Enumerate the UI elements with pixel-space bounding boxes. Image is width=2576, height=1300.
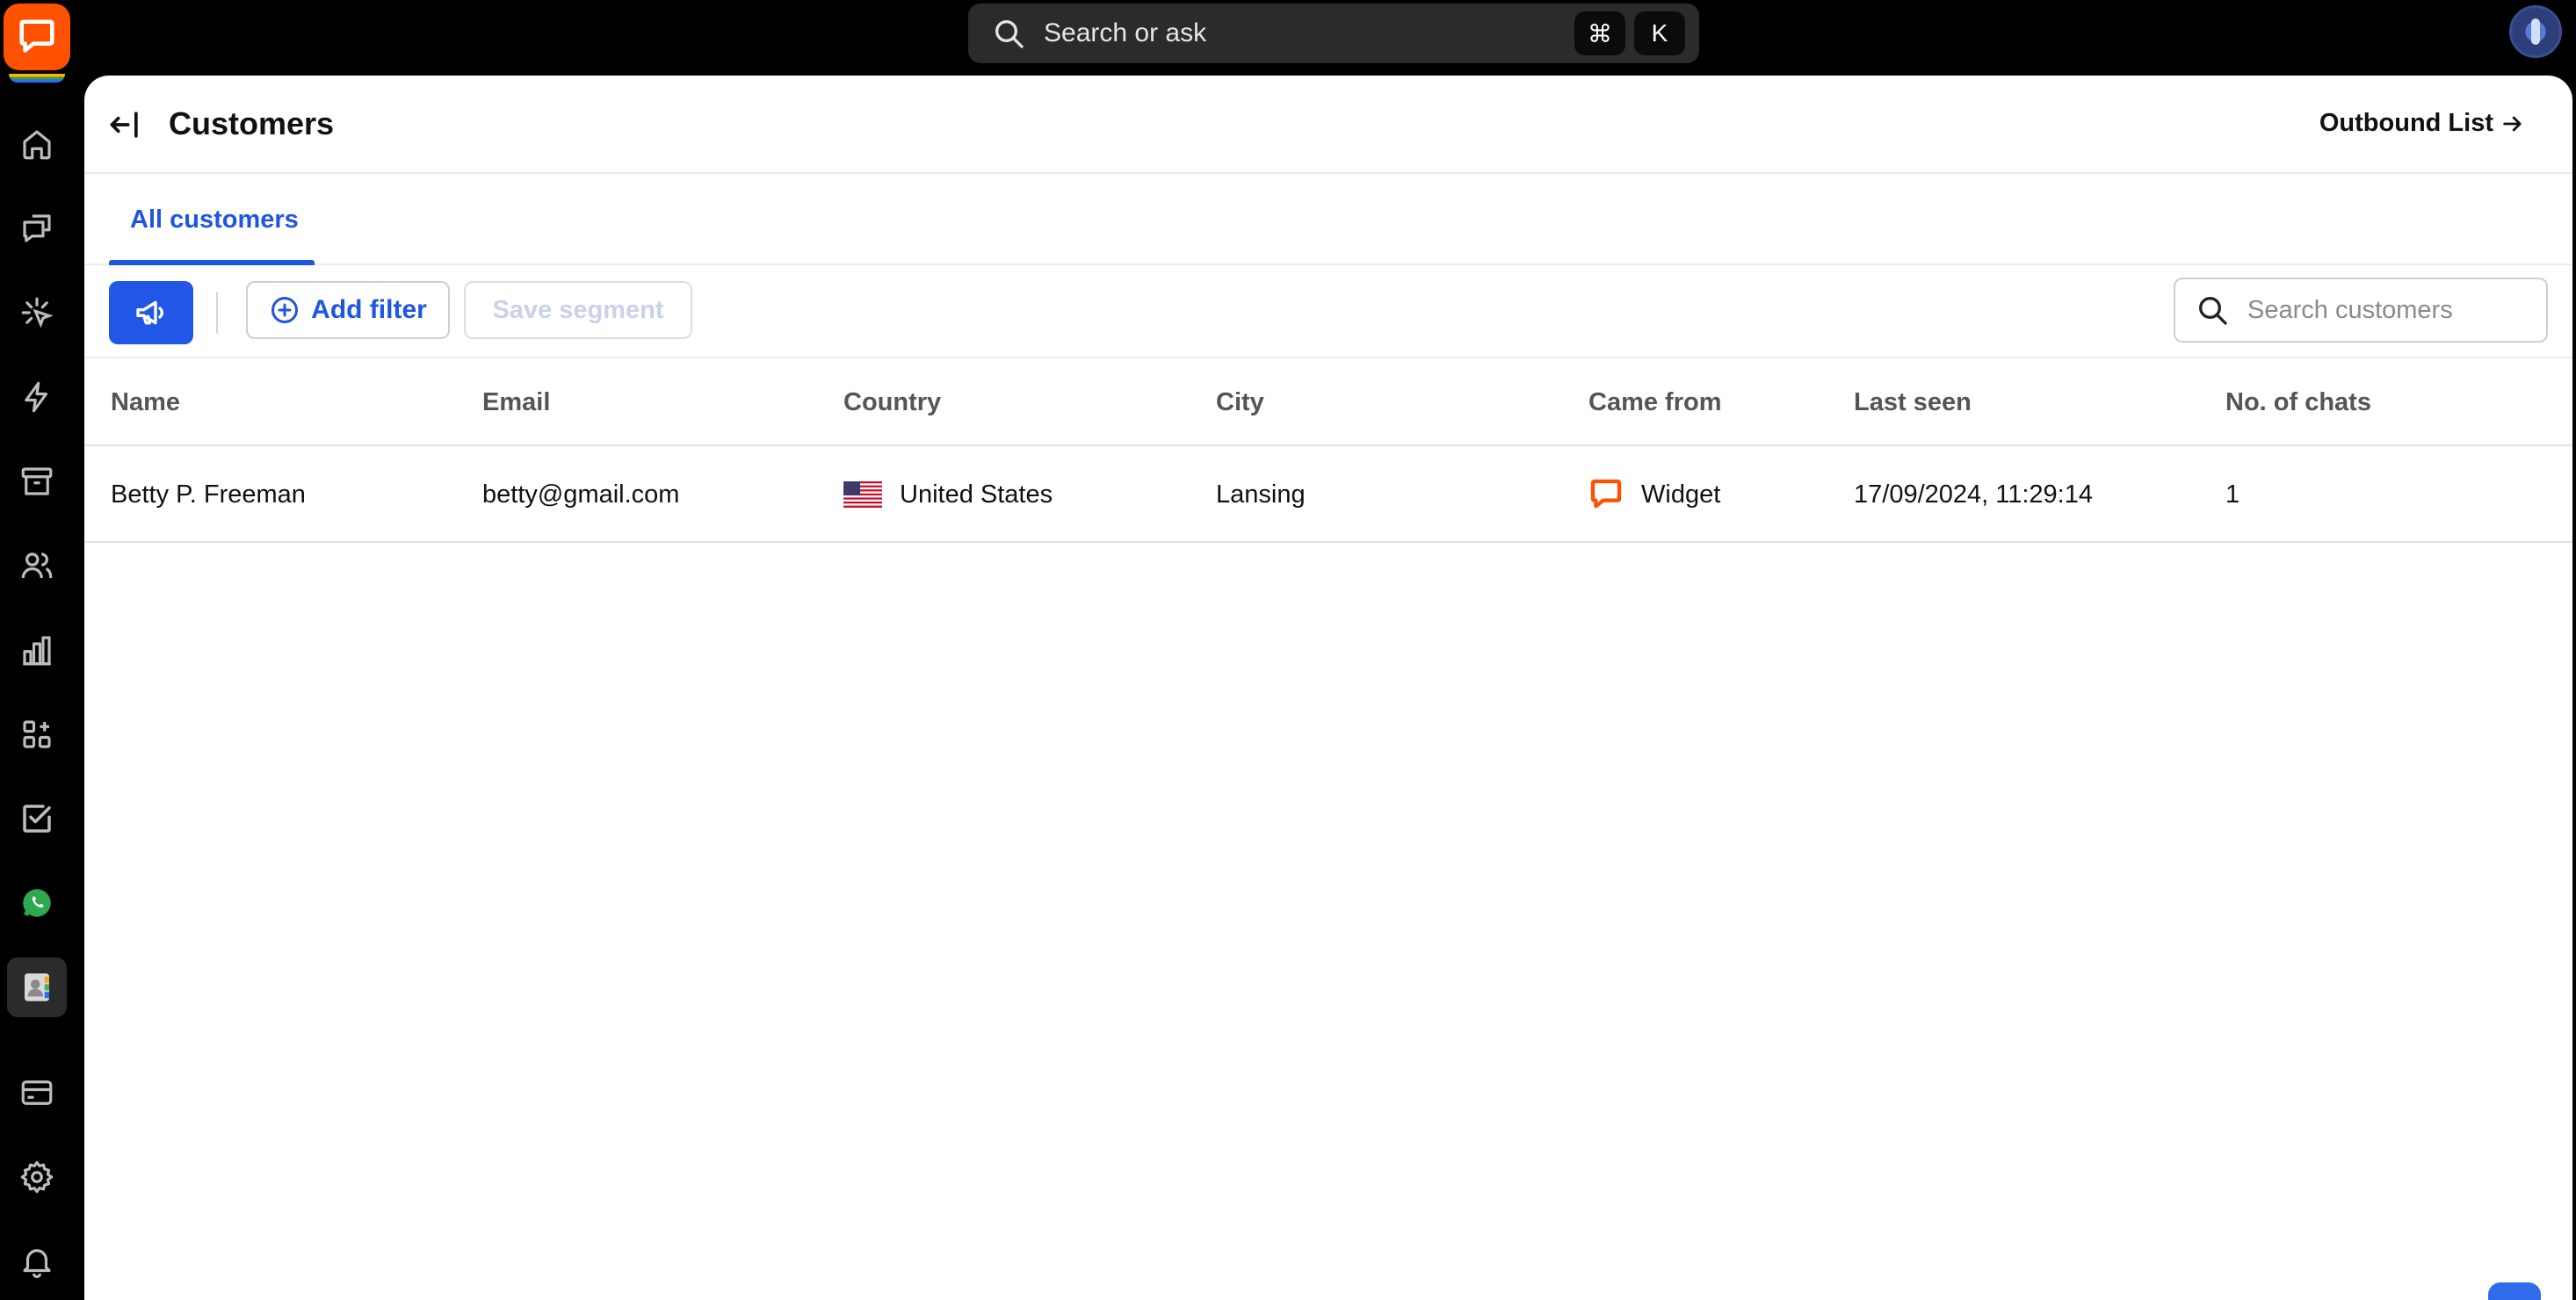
cell-country-label: United States [900, 480, 1053, 509]
nav-billing[interactable] [7, 1063, 67, 1123]
plus-circle-icon [271, 297, 299, 323]
chats-icon [23, 214, 51, 242]
collapse-back-icon[interactable] [105, 105, 144, 144]
outbound-list-link[interactable]: Outbound List [2319, 109, 2525, 138]
widget-chat-icon [1590, 479, 1622, 509]
chat-logo-icon [19, 19, 54, 53]
tasks-check-icon [23, 805, 51, 833]
search-icon [995, 20, 1024, 48]
column-header-country[interactable]: Country [843, 358, 941, 446]
nav-customers[interactable] [7, 957, 67, 1017]
column-header-email[interactable]: Email [482, 358, 550, 446]
notifications-bell-icon [23, 1249, 51, 1279]
customer-search-input[interactable] [2247, 295, 2529, 325]
customer-search-box[interactable] [2174, 278, 2548, 343]
logo-accent-bar [9, 74, 65, 83]
shortcut-cmd-key: ⌘ [1574, 11, 1625, 55]
nav-home[interactable] [7, 114, 67, 174]
engage-icon [21, 297, 54, 329]
column-header-city[interactable]: City [1216, 358, 1264, 446]
save-segment-button[interactable]: Save segment [464, 281, 692, 339]
table-header: Name Email Country City Came from Last s… [84, 358, 2572, 446]
settings-gear-icon [20, 1160, 54, 1194]
cell-chats-count: 1 [2225, 480, 2240, 509]
nav-tasks[interactable] [7, 789, 67, 849]
app-logo[interactable] [4, 4, 70, 70]
nav-settings[interactable] [7, 1147, 67, 1207]
nav-engage[interactable] [7, 283, 67, 343]
column-header-came-from[interactable]: Came from [1588, 358, 1722, 446]
cell-email: betty@gmail.com [482, 480, 680, 509]
toolbar: Add filter Save segment [84, 265, 2572, 358]
outbound-list-label: Outbound List [2319, 109, 2493, 137]
column-header-name[interactable]: Name [111, 358, 180, 446]
cell-came-from: Widget [1588, 446, 1720, 543]
tabs-bar: All customers [84, 174, 2572, 265]
avatar-glyph [2531, 18, 2540, 45]
campaign-button[interactable] [109, 281, 193, 344]
nav-automation[interactable] [7, 367, 67, 427]
user-avatar[interactable] [2509, 5, 2562, 58]
column-header-chats[interactable]: No. of chats [2225, 358, 2371, 446]
main-panel: Customers Outbound List All customers Ad… [84, 76, 2572, 1300]
add-filter-button[interactable]: Add filter [246, 281, 450, 339]
cell-name: Betty P. Freeman [111, 480, 306, 509]
nav-team[interactable] [7, 536, 67, 596]
nav-chats[interactable] [7, 199, 67, 258]
megaphone-icon [136, 300, 163, 325]
page-header: Customers Outbound List [84, 76, 2572, 174]
us-flag-icon [843, 481, 882, 508]
automation-bolt-icon [25, 381, 48, 413]
support-chat-launcher[interactable] [2488, 1282, 2541, 1300]
home-icon [23, 130, 51, 160]
global-search-placeholder: Search or ask [1044, 18, 1207, 47]
customers-contacts-icon [25, 973, 49, 1001]
table-row[interactable]: Betty P. Freeman betty@gmail.com United … [84, 446, 2572, 543]
cell-city: Lansing [1216, 480, 1306, 509]
search-icon [2199, 297, 2227, 325]
nav-reports[interactable] [7, 620, 67, 680]
toolbar-divider [216, 292, 218, 334]
apps-icon [23, 720, 51, 748]
nav-apps[interactable] [7, 704, 67, 764]
cell-came-from-label: Widget [1641, 480, 1721, 509]
archive-icon [21, 467, 53, 495]
reports-icon [23, 636, 51, 666]
cell-country: United States [843, 446, 1053, 543]
cell-last-seen: 17/09/2024, 11:29:14 [1854, 480, 2093, 509]
page-title: Customers [169, 105, 335, 141]
team-icon [21, 552, 53, 579]
column-header-last-seen[interactable]: Last seen [1854, 358, 1972, 446]
nav-notifications[interactable] [7, 1231, 67, 1291]
tab-all-customers[interactable]: All customers [109, 174, 320, 265]
add-filter-label: Add filter [311, 295, 427, 324]
billing-card-icon [21, 1080, 53, 1105]
whatsapp-icon [23, 889, 51, 917]
nav-whatsapp[interactable] [7, 873, 67, 933]
arrow-right-icon [2503, 116, 2522, 131]
shortcut-k-key: K [1634, 11, 1685, 55]
global-search-bar[interactable]: Search or ask ⌘ K [968, 4, 1699, 63]
nav-archive[interactable] [7, 451, 67, 511]
